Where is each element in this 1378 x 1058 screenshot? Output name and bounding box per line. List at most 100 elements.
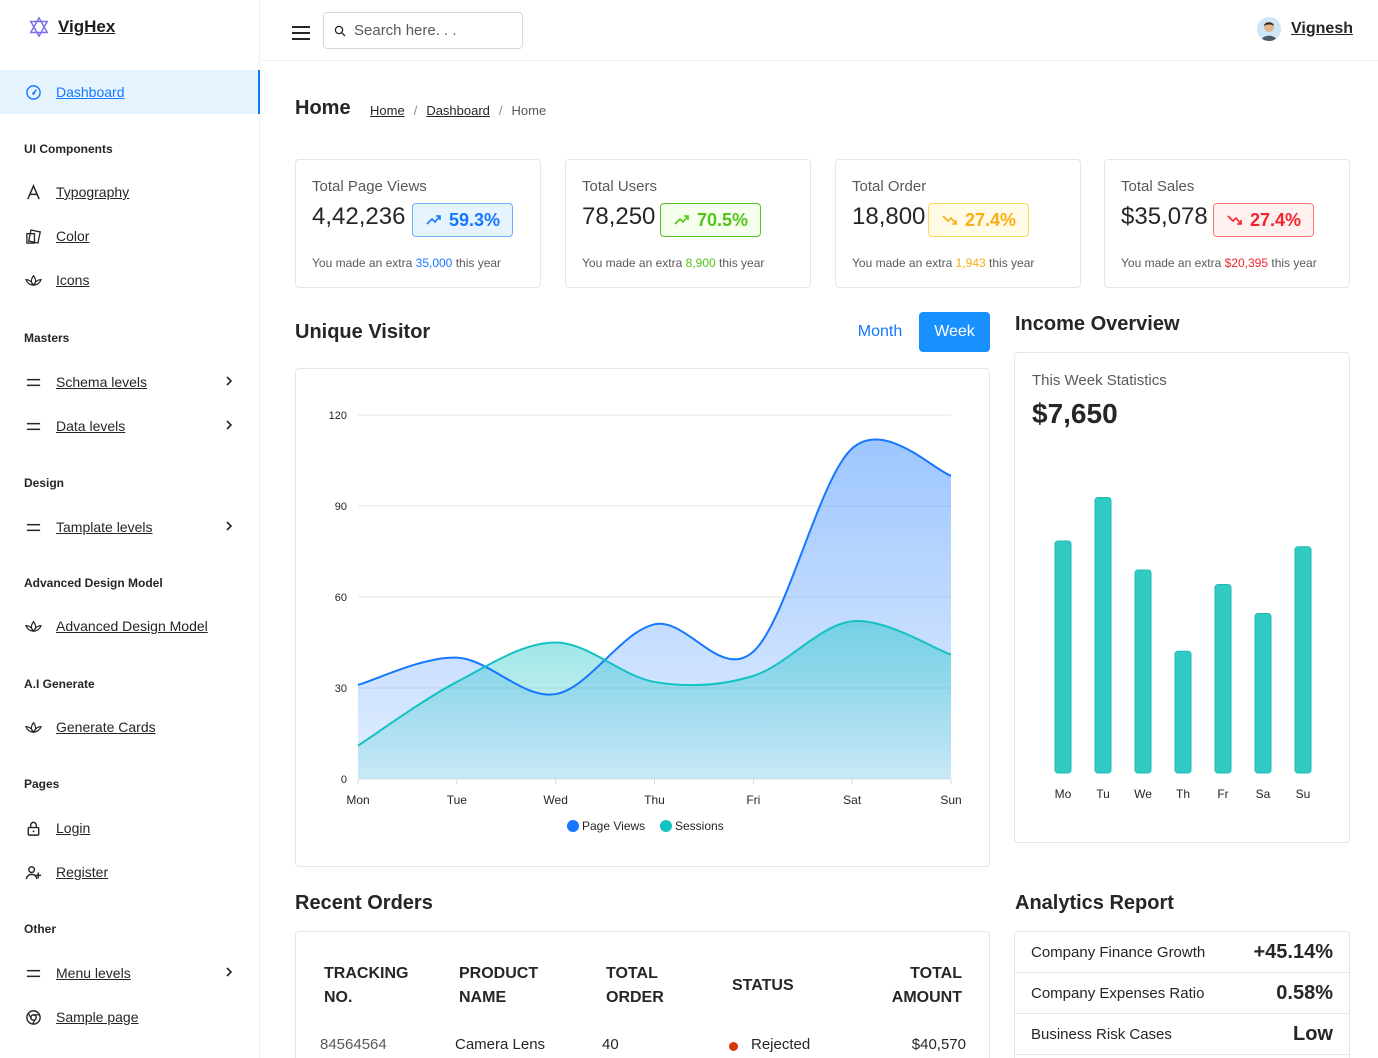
- visitor-area-chart: 0 30 60 90 120 Mon Tue Wed Thu Fri Sat Sun Page View…: [329, 410, 962, 833]
- unique-visitor-title: Unique Visitor: [295, 321, 431, 343]
- analytics-row-risk-cases[interactable]: Business Risk Cases Low: [1015, 1014, 1349, 1055]
- chevron-right-icon: [226, 521, 233, 531]
- analytics-value: Low: [1293, 1022, 1333, 1045]
- sidebar-item-sample-page[interactable]: Sample page: [0, 995, 260, 1039]
- income-bar: [1094, 497, 1112, 774]
- sidebar-item-generate-cards[interactable]: Generate Cards: [0, 705, 260, 749]
- sidebar-item-label: Typography: [56, 184, 130, 200]
- month-toggle-button[interactable]: Month: [845, 312, 915, 352]
- analytics-row-finance-growth[interactable]: Company Finance Growth +45.14%: [1015, 932, 1349, 973]
- section-other: Other: [24, 922, 57, 936]
- star-of-david-icon: [29, 16, 49, 38]
- analytics-row-expenses-ratio[interactable]: Company Expenses Ratio 0.58%: [1015, 973, 1349, 1014]
- column-header-status[interactable]: STATUS: [732, 974, 794, 998]
- column-header-tracking[interactable]: TRACKING NO.: [324, 962, 424, 1010]
- analytics-label: Company Expenses Ratio: [1031, 984, 1205, 1002]
- sidebar-item-icons[interactable]: Icons: [0, 258, 260, 302]
- sidebar-item-label: Dashboard: [56, 84, 125, 100]
- stat-card-orders: Total Order 18,800 27.4% You made an ext…: [835, 159, 1081, 288]
- sidebar-item-typography[interactable]: Typography: [0, 170, 260, 214]
- x-tick-label: Wed: [543, 793, 567, 807]
- income-panel: This Week Statistics $7,650 Mo Tu We Th Fr Sa…: [1014, 352, 1350, 843]
- brand-logo[interactable]: VigHex: [28, 16, 115, 38]
- stat-change-value: 27.4%: [965, 209, 1017, 230]
- sidebar-item-login[interactable]: Login: [0, 806, 260, 850]
- bg-colors-icon: [24, 227, 42, 245]
- lotus-icon: [24, 617, 42, 635]
- column-header-total-order[interactable]: TOTAL ORDER: [606, 962, 686, 1010]
- y-tick-label: 0: [341, 774, 347, 786]
- stat-change-value: 59.3%: [449, 209, 501, 230]
- cell-tracking[interactable]: 84564564: [320, 1036, 387, 1053]
- breadcrumb-dashboard-link[interactable]: Dashboard: [426, 103, 490, 118]
- cell-qty: 40: [602, 1036, 619, 1053]
- income-bar: [1054, 540, 1072, 774]
- orders-table: TRACKING NO. PRODUCT NAME TOTAL ORDER ST…: [295, 931, 990, 1058]
- stat-note-value: 35,000: [415, 256, 453, 270]
- menu-lines-icon: [24, 518, 42, 536]
- status-dot: [729, 1042, 738, 1051]
- sidebar-item-template-levels[interactable]: Tamplate levels: [0, 505, 260, 549]
- income-bar-chart: Mo Tu We Th Fr Sa Su: [1054, 497, 1312, 801]
- sidebar-item-dashboard[interactable]: Dashboard: [0, 70, 260, 114]
- chevron-right-icon: [226, 967, 233, 977]
- chevron-right-icon: [226, 420, 233, 430]
- stat-note-suffix: this year: [1271, 256, 1317, 270]
- income-bar: [1134, 569, 1152, 774]
- week-toggle-button[interactable]: Week: [919, 312, 990, 352]
- section-design: Design: [24, 476, 65, 490]
- income-bar: [1174, 650, 1192, 774]
- menu-lines-icon: [24, 417, 42, 435]
- y-tick-label: 30: [335, 683, 347, 695]
- lotus-icon: [24, 271, 42, 289]
- stat-note-value: 8,900: [685, 256, 716, 270]
- stat-note-value: 1,943: [955, 256, 986, 270]
- sidebar-item-color[interactable]: Color: [0, 214, 260, 258]
- recent-orders-title: Recent Orders: [295, 892, 433, 914]
- breadcrumb-home-link[interactable]: Home: [370, 103, 405, 118]
- sidebar-item-schema-levels[interactable]: Schema levels: [0, 360, 260, 404]
- trend-down-icon: [1227, 215, 1242, 225]
- y-tick-label: 120: [329, 410, 347, 422]
- dashboard-gauge-icon: [24, 83, 42, 101]
- trend-down-icon: [942, 215, 957, 225]
- lotus-icon: [24, 718, 42, 736]
- bar-x-label: Th: [1176, 787, 1190, 801]
- section-masters: Masters: [24, 331, 70, 345]
- bar-x-label: Su: [1296, 787, 1311, 801]
- search-icon: [334, 25, 346, 36]
- stat-change-value: 70.5%: [697, 209, 749, 230]
- sidebar-item-advanced-design-model[interactable]: Advanced Design Model: [0, 604, 260, 648]
- column-header-amount[interactable]: TOTAL AMOUNT: [866, 962, 962, 1010]
- stat-card-users: Total Users 78,250 70.5% You made an ext…: [565, 159, 811, 288]
- menu-lines-icon: [24, 373, 42, 391]
- user-menu[interactable]: Vignesh: [1257, 17, 1353, 41]
- sidebar-item-data-levels[interactable]: Data levels: [0, 404, 260, 448]
- chevron-right-icon: [226, 376, 233, 386]
- sidebar-item-label: Login: [56, 820, 91, 836]
- analytics-report-title: Analytics Report: [1015, 892, 1174, 914]
- search-input[interactable]: [354, 22, 514, 39]
- stat-change-badge: 27.4%: [928, 203, 1030, 237]
- menu-lines-icon: [24, 964, 42, 982]
- bar-x-label: Tu: [1096, 787, 1110, 801]
- stat-card-sales: Total Sales $35,078 27.4% You made an ex…: [1104, 159, 1350, 288]
- sidebar-item-menu-levels[interactable]: Menu levels: [0, 951, 260, 995]
- trend-up-icon: [674, 215, 689, 225]
- x-tick-label: Thu: [644, 793, 665, 807]
- x-tick-label: Sun: [940, 793, 961, 807]
- legend-label: Sessions: [675, 819, 724, 833]
- bar-x-label: Sa: [1256, 787, 1271, 801]
- sidebar-item-label: Advanced Design Model: [56, 618, 208, 634]
- section-advanced-design-model: Advanced Design Model: [24, 576, 163, 590]
- sidebar-item-label: Icons: [56, 272, 90, 288]
- income-bar: [1214, 584, 1232, 774]
- hamburger-menu-icon[interactable]: [291, 24, 311, 42]
- column-header-product[interactable]: PRODUCT NAME: [459, 962, 559, 1010]
- sidebar-item-register[interactable]: Register: [0, 850, 260, 894]
- analytics-label: Company Finance Growth: [1031, 943, 1206, 961]
- section-ai-generate: A.I Generate: [24, 677, 95, 691]
- stat-title: Total Users: [582, 178, 658, 195]
- visitor-chart-panel: 0 30 60 90 120 Mon Tue Wed Thu Fri Sat Sun Page View…: [295, 368, 990, 867]
- search-box: [323, 12, 523, 49]
